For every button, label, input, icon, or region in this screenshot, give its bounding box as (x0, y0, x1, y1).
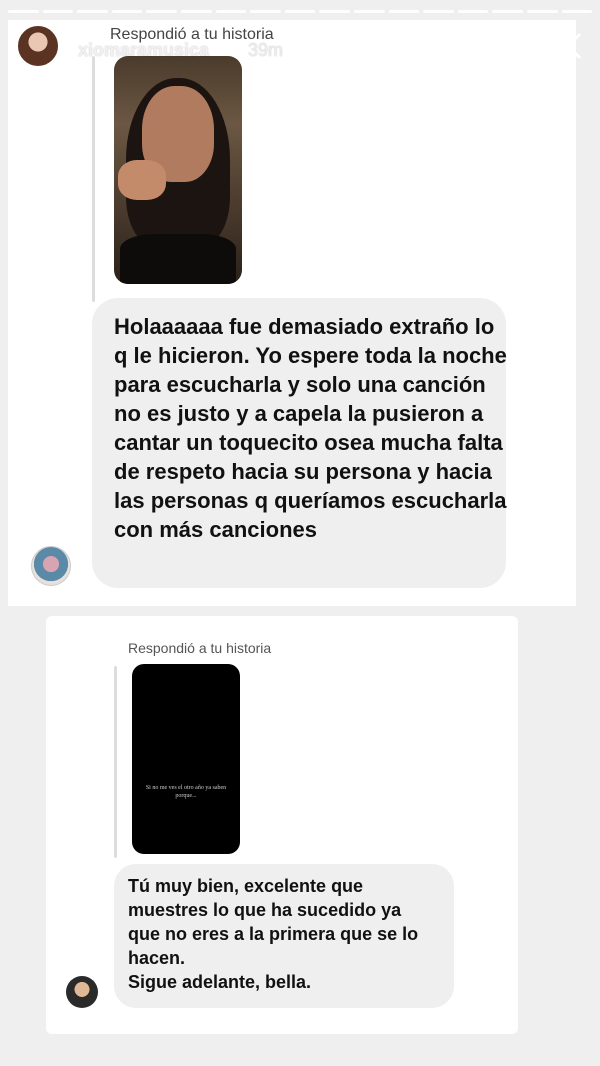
message-text: Holaaaaaa fue demasiado extraño lo q le … (114, 314, 507, 542)
progress-segment (284, 10, 316, 13)
story-header: xiomaramusica 39m ••• (16, 22, 588, 72)
progress-segment (388, 10, 420, 13)
story-username[interactable]: xiomaramusica (78, 40, 209, 61)
message-line: Sigue adelante, bella. (128, 972, 312, 992)
dm-reply-card: Respondió a tu historia Si no me ves el … (46, 616, 518, 1034)
progress-segment (180, 10, 212, 13)
quote-bar (114, 666, 117, 858)
message-line: que no eres a la primera que se lo (128, 924, 419, 944)
message-line: hacen. (128, 948, 186, 968)
progress-segment (77, 10, 108, 13)
progress-segment (8, 10, 39, 13)
sender-avatar[interactable] (31, 546, 71, 586)
thumbnail-hand (118, 160, 166, 200)
ellipsis-icon[interactable]: ••• (490, 33, 520, 59)
progress-segment (423, 10, 454, 13)
story-thumbnail[interactable] (114, 56, 242, 284)
progress-segment (526, 10, 558, 13)
progress-segment (111, 10, 143, 13)
reply-context-label: Respondió a tu historia (128, 640, 272, 656)
progress-segment (215, 10, 247, 13)
story-thumbnail[interactable]: Si no me ves el otro año ya saben porque… (132, 664, 240, 854)
thumbnail-clothing (120, 234, 236, 284)
progress-segment (457, 10, 489, 13)
progress-segment (492, 10, 523, 13)
progress-segment (561, 10, 593, 13)
thumbnail-caption: Si no me ves el otro año ya saben porque… (145, 785, 227, 799)
close-icon[interactable] (552, 30, 584, 62)
message-line: muestres lo que ha sucedido ya (128, 900, 402, 920)
progress-segment (42, 10, 74, 13)
story-progress-bar (8, 10, 593, 13)
progress-segment (146, 10, 177, 13)
message-text: Tú muy bien, excelente que muestres lo q… (128, 874, 448, 994)
story-timestamp: 39m (248, 40, 284, 60)
message-line: Tú muy bien, excelente que (128, 876, 364, 896)
progress-segment (250, 10, 281, 13)
story-author-avatar[interactable] (16, 24, 60, 68)
progress-segment (353, 10, 385, 13)
sender-avatar[interactable] (66, 976, 98, 1008)
progress-segment (319, 10, 350, 13)
dm-reply-card: Respondió a tu historia Holaaaaaa fue de… (8, 20, 576, 606)
quote-bar (92, 56, 95, 302)
